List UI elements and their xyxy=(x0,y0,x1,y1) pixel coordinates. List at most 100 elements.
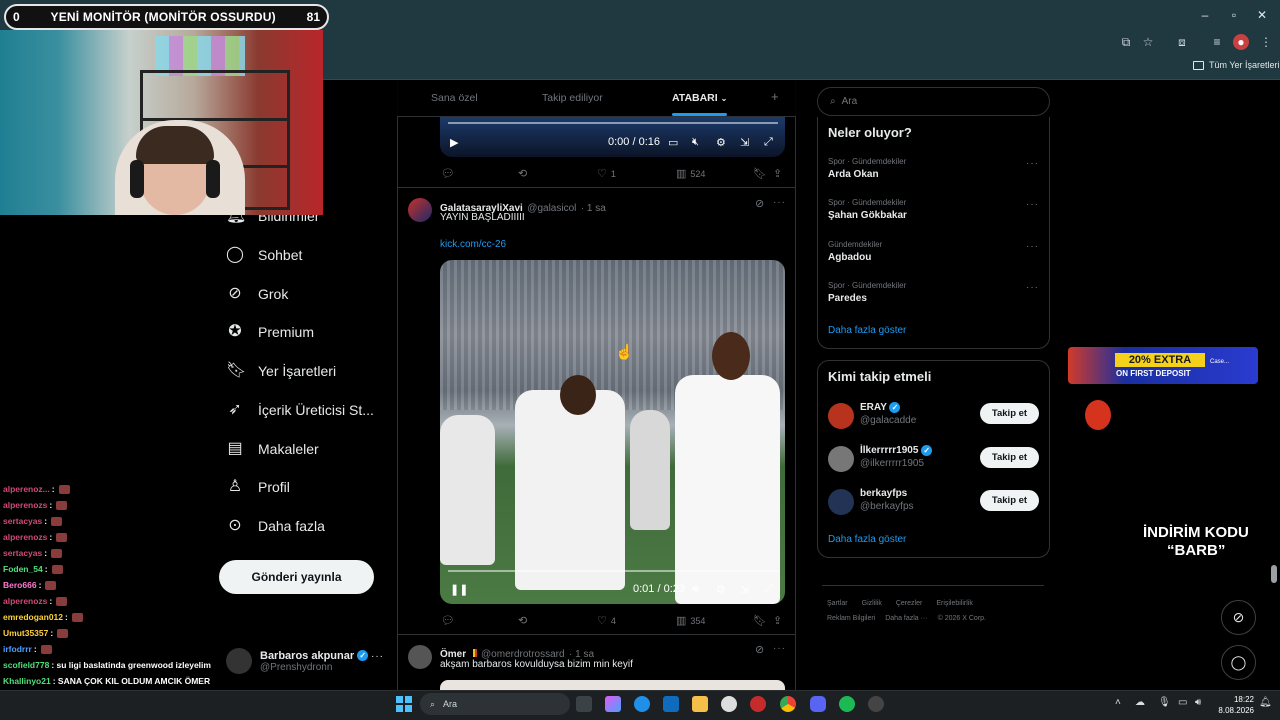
tray-chevron-icon[interactable]: ˄ xyxy=(1115,697,1121,708)
avatar[interactable] xyxy=(828,489,854,515)
nav-creator-studio[interactable]: ➶ İçerik Üreticisi St... xyxy=(226,396,374,424)
fullscreen-icon[interactable]: ⤢ xyxy=(764,136,773,149)
more-options-icon[interactable]: ··· xyxy=(1026,158,1039,169)
extensions-icon[interactable]: ⧈ xyxy=(1174,34,1190,50)
footer-link[interactable]: Erişilebilirlik xyxy=(936,600,973,607)
chat-username[interactable]: Khallinyo21 xyxy=(3,673,51,689)
share-icon[interactable]: ⇪ xyxy=(773,167,782,180)
maximize-icon[interactable]: ▫ xyxy=(1224,6,1244,24)
follow-button[interactable]: Takip et xyxy=(980,403,1039,424)
tweet-handle[interactable]: @galasicol xyxy=(527,203,576,214)
add-tab-button[interactable]: + xyxy=(771,89,779,104)
footer-link[interactable]: Reklam Bilgileri xyxy=(827,615,875,622)
grok-fab[interactable]: ⊘ xyxy=(1221,600,1256,635)
avatar[interactable] xyxy=(408,645,432,669)
bookmark-icon[interactable]: 🔖︎ xyxy=(753,614,767,627)
like-button-1[interactable]: ♡ 1 xyxy=(597,167,616,180)
footer-link[interactable]: Çerezler xyxy=(896,600,922,607)
discord-icon[interactable] xyxy=(810,696,826,712)
grok-icon[interactable]: ⊘ xyxy=(755,197,764,210)
avatar[interactable] xyxy=(828,446,854,472)
nav-articles[interactable]: ▤ Makaleler xyxy=(226,435,318,463)
account-more-icon[interactable]: ··· xyxy=(371,651,384,662)
suggested-account[interactable]: ERAY ✓ @galacadde xyxy=(860,402,916,426)
volume-icon[interactable]: 🔊︎ xyxy=(1195,697,1201,708)
file-explorer-icon[interactable] xyxy=(692,696,708,712)
chat-username[interactable]: alperenozs xyxy=(3,497,47,513)
nav-bookmarks[interactable]: 🔖︎ Yer İşaretleri xyxy=(226,357,336,385)
account-switcher[interactable]: Barbaros akpunar ✓ @Prenshydronn xyxy=(226,645,386,677)
trend-item[interactable]: Spor · Gündemdekiler Şahan Gökbakar xyxy=(828,198,907,221)
xbox-icon[interactable] xyxy=(721,696,737,712)
windows-start-icon[interactable] xyxy=(396,696,412,712)
reading-list-icon[interactable]: ≡ xyxy=(1209,34,1225,50)
grok-icon[interactable]: ⊘ xyxy=(755,643,764,656)
chat-username[interactable]: Umut35357 xyxy=(3,625,48,641)
trend-item[interactable]: Spor · Gündemdekiler Arda Okan xyxy=(828,157,906,180)
video-1-progress[interactable] xyxy=(448,122,778,124)
trend-item[interactable]: Spor · Gündemdekiler Paredes xyxy=(828,281,906,304)
nav-chat[interactable]: ◯ Sohbet xyxy=(226,241,302,269)
tweet-link[interactable]: kick.com/cc-26 xyxy=(440,239,506,250)
reply-icon[interactable]: 💬︎ xyxy=(441,614,455,627)
retweet-icon[interactable]: ⟲ xyxy=(518,614,527,627)
footer-link[interactable]: Şartlar xyxy=(827,600,848,607)
network-icon[interactable]: ▭ xyxy=(1178,697,1187,708)
chat-username[interactable]: emredogan012 xyxy=(3,609,63,625)
avatar[interactable] xyxy=(828,403,854,429)
volume-icon[interactable]: 🔊︎ xyxy=(692,583,699,596)
follow-button[interactable]: Takip et xyxy=(980,447,1039,468)
minimize-icon[interactable]: – xyxy=(1195,6,1215,24)
chat-username[interactable]: irfodrrr xyxy=(3,641,32,657)
spotify-icon[interactable] xyxy=(839,696,855,712)
pip-icon[interactable]: ⇲ xyxy=(740,136,749,149)
close-icon[interactable]: ✕ xyxy=(1252,6,1272,24)
views-2[interactable]: ▥ 354 xyxy=(676,614,705,627)
footer-link[interactable]: Daha fazla ··· xyxy=(885,615,927,622)
edge-icon[interactable] xyxy=(634,696,650,712)
nav-more[interactable]: ⊙ Daha fazla xyxy=(226,512,325,540)
task-view-icon[interactable] xyxy=(576,696,592,712)
more-options-icon[interactable]: ··· xyxy=(773,197,786,208)
like-button-2[interactable]: ♡ 4 xyxy=(597,614,616,627)
cast-icon[interactable]: ⧉ xyxy=(1118,34,1134,50)
tab-atabari[interactable]: ATABARI ⌄ xyxy=(672,92,727,104)
captions-icon[interactable]: ▭ xyxy=(668,136,678,149)
more-options-icon[interactable]: ··· xyxy=(773,643,786,654)
search-input[interactable]: ⌕ Ara xyxy=(817,87,1050,116)
nav-profile[interactable]: ♙ Profil xyxy=(226,473,290,501)
trend-item[interactable]: Gündemdekiler Agbadou xyxy=(828,240,882,263)
avatar[interactable] xyxy=(408,198,432,222)
scrollbar[interactable] xyxy=(1271,565,1277,583)
views-1[interactable]: ▥ 524 xyxy=(676,167,705,180)
chat-username[interactable]: scofield778 xyxy=(3,657,49,673)
more-options-icon[interactable]: ··· xyxy=(1026,241,1039,252)
chat-username[interactable]: Foden_54 xyxy=(3,561,43,577)
weather-icon[interactable]: ☁ xyxy=(1135,697,1145,708)
more-options-icon[interactable]: ··· xyxy=(1026,282,1039,293)
nav-grok[interactable]: ⊘ Grok xyxy=(226,280,288,308)
outlook-icon[interactable] xyxy=(663,696,679,712)
bookmark-icon[interactable]: 🔖︎ xyxy=(753,167,767,180)
tab-following[interactable]: Takip ediliyor xyxy=(542,92,603,104)
taskbar-search[interactable]: ⌕ Ara xyxy=(420,693,570,715)
tweet-3-media[interactable] xyxy=(440,680,785,690)
video-player-2[interactable] xyxy=(440,260,785,604)
messages-fab[interactable]: ◯ xyxy=(1221,645,1256,680)
suggested-account[interactable]: berkayfps @berkayfps xyxy=(860,488,914,512)
tab-for-you[interactable]: Sana özel xyxy=(431,92,478,104)
browser-menu-icon[interactable]: ⋮ xyxy=(1258,34,1274,50)
chat-username[interactable]: sertacyas xyxy=(3,513,42,529)
settings-icon[interactable]: ⚙ xyxy=(716,583,726,596)
retweet-icon[interactable]: ⟲ xyxy=(518,167,527,180)
copilot-icon[interactable] xyxy=(605,696,621,712)
tweet-time[interactable]: · 1 sa xyxy=(581,203,606,214)
pip-icon[interactable]: ⇲ xyxy=(740,583,749,596)
settings-icon[interactable]: ⚙ xyxy=(716,136,726,149)
system-clock[interactable]: 18:22 8.08.2026 xyxy=(1218,694,1254,716)
chat-username[interactable]: alperenozs xyxy=(3,593,47,609)
star-icon[interactable]: ☆ xyxy=(1140,34,1156,50)
post-button[interactable]: Gönderi yayınla xyxy=(219,560,374,594)
footer-link[interactable]: Gizlilik xyxy=(862,600,882,607)
notifications-icon[interactable]: 🔔︎ xyxy=(1259,697,1272,708)
